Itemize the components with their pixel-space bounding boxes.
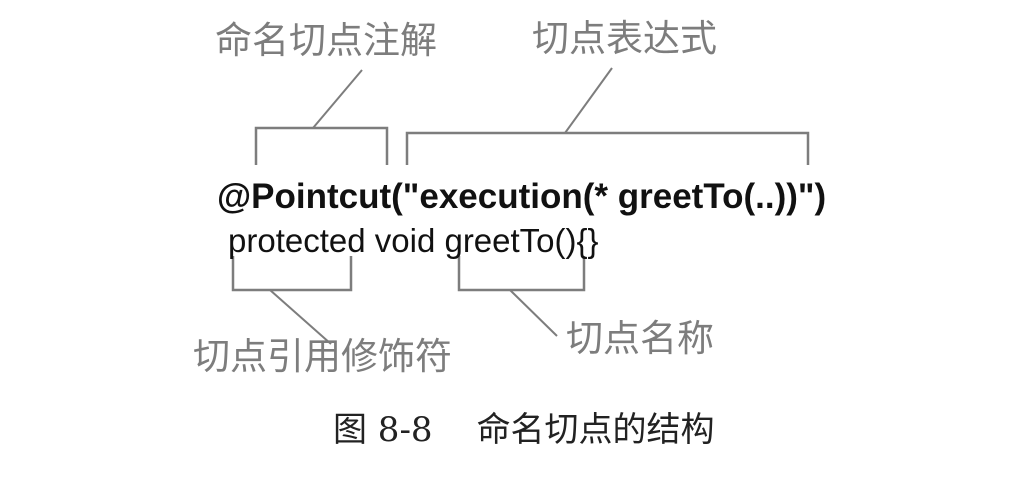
figure-caption: 图 8-8 命名切点的结构 bbox=[333, 413, 715, 447]
method-declaration-code: protected void greetTo(){} bbox=[228, 222, 599, 259]
expression-leader bbox=[564, 67, 613, 134]
modifier-bracket bbox=[231, 256, 353, 292]
figure-title: 命名切点的结构 bbox=[476, 410, 715, 450]
pointcut-name-label: 切点名称 bbox=[566, 317, 714, 360]
pointcut-expression-label: 切点表达式 bbox=[532, 17, 717, 60]
figure-number: 图 8-8 bbox=[333, 410, 433, 450]
pointcut-annotation-code: @Pointcut("execution(* greetTo(..))") bbox=[217, 177, 827, 216]
annotation-leader bbox=[312, 69, 363, 129]
name-leader bbox=[509, 289, 558, 337]
named-pointcut-annotation-label: 命名切点注解 bbox=[215, 19, 437, 62]
annotation-bracket bbox=[254, 126, 389, 165]
pointcut-reference-modifier-label: 切点引用修饰符 bbox=[193, 335, 452, 378]
diagram: 命名切点注解 切点表达式 @Pointcut("execution(* gree… bbox=[0, 0, 1034, 482]
name-bracket bbox=[457, 256, 586, 292]
expression-bracket bbox=[405, 131, 810, 165]
